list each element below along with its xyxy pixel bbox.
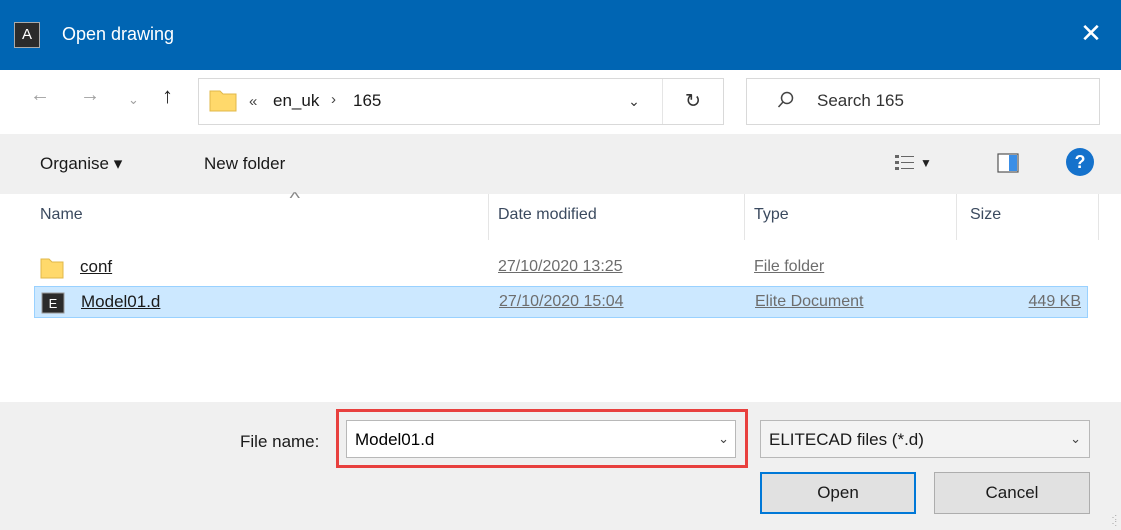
file-name: conf	[80, 257, 113, 276]
sort-ascending-icon: ^	[289, 190, 301, 207]
overflow-chevron-icon[interactable]: «	[249, 93, 257, 110]
file-size: 449 KB	[1028, 293, 1081, 310]
address-dropdown-icon[interactable]: ⌄	[607, 79, 661, 124]
chevron-down-icon[interactable]: ⌄	[718, 431, 729, 447]
view-options-icon[interactable]	[894, 152, 916, 174]
elitecad-app-icon: A	[14, 22, 40, 48]
window-title: Open drawing	[62, 24, 175, 44]
command-bar: Organise ▾ New folder ▼ ?	[0, 134, 1121, 194]
breadcrumb-165[interactable]: 165	[353, 91, 381, 111]
help-icon[interactable]: ?	[1066, 148, 1094, 176]
resize-grip-icon[interactable]: ·: ·:	[1112, 513, 1118, 528]
chevron-down-icon: ⌄	[1070, 431, 1081, 446]
file-type: Elite Document	[755, 293, 864, 310]
svg-text:E: E	[49, 296, 58, 311]
breadcrumb-separator-icon[interactable]: ›	[331, 91, 336, 108]
organise-button[interactable]: Organise ▾	[40, 154, 122, 174]
column-header-type[interactable]: Type	[754, 194, 950, 240]
column-divider[interactable]	[488, 194, 489, 240]
file-type-value: ELITECAD files (*.d)	[769, 430, 924, 449]
file-name: Model01.d	[81, 292, 161, 311]
address-bar[interactable]: « en_uk › 165 ⌄ ↻	[198, 78, 724, 125]
column-header-size[interactable]: Size	[970, 194, 1090, 240]
elitecad-file-icon: E	[41, 292, 65, 314]
column-header-date[interactable]: Date modified	[498, 194, 734, 240]
close-icon[interactable]: ✕	[1073, 18, 1109, 49]
search-placeholder: Search 165	[817, 91, 904, 110]
refresh-icon[interactable]: ↻	[663, 79, 723, 124]
file-name-field[interactable]: Model01.d ⌄	[346, 420, 736, 458]
file-row-conf[interactable]: conf 27/10/2020 13:25 File folder	[34, 252, 1088, 284]
column-divider[interactable]	[1098, 194, 1099, 240]
file-name-value: Model01.d	[355, 430, 435, 449]
forward-arrow-icon[interactable]: →	[80, 84, 100, 107]
preview-pane-icon[interactable]	[997, 153, 1019, 173]
column-divider[interactable]	[744, 194, 745, 240]
file-date: 27/10/2020 15:04	[499, 293, 624, 310]
title-bar: A Open drawing ✕	[0, 0, 1121, 80]
view-dropdown-icon[interactable]: ▼	[920, 156, 932, 170]
file-date: 27/10/2020 13:25	[498, 258, 623, 275]
column-header-name[interactable]: Name ^	[40, 190, 486, 240]
up-arrow-icon[interactable]: ↑	[162, 83, 173, 109]
column-header-name-label: Name	[40, 206, 83, 223]
folder-icon	[40, 258, 64, 279]
file-type-select[interactable]: ELITECAD files (*.d) ⌄	[760, 420, 1090, 458]
search-icon	[777, 91, 794, 108]
new-folder-button[interactable]: New folder	[204, 154, 285, 174]
navigation-bar: ← → ⌄ ↑ « en_uk › 165 ⌄ ↻ Search 165	[0, 70, 1121, 134]
open-button[interactable]: Open	[760, 472, 916, 514]
breadcrumb-en-uk[interactable]: en_uk	[273, 91, 319, 111]
file-type: File folder	[754, 258, 825, 275]
file-list: Name ^ Date modified Type Size conf 27/1…	[0, 190, 1121, 402]
column-divider[interactable]	[956, 194, 957, 240]
cancel-button[interactable]: Cancel	[934, 472, 1090, 514]
footer-pane: File name: Model01.d ⌄ ELITECAD files (*…	[0, 402, 1121, 530]
recent-locations-chevron-icon[interactable]: ⌄	[128, 92, 139, 108]
back-arrow-icon[interactable]: ←	[30, 84, 50, 107]
file-name-label: File name:	[240, 432, 320, 451]
search-input[interactable]: Search 165	[746, 78, 1100, 125]
folder-icon	[209, 90, 237, 112]
file-row-model01[interactable]: E Model01.d 27/10/2020 15:04 Elite Docum…	[34, 286, 1088, 318]
